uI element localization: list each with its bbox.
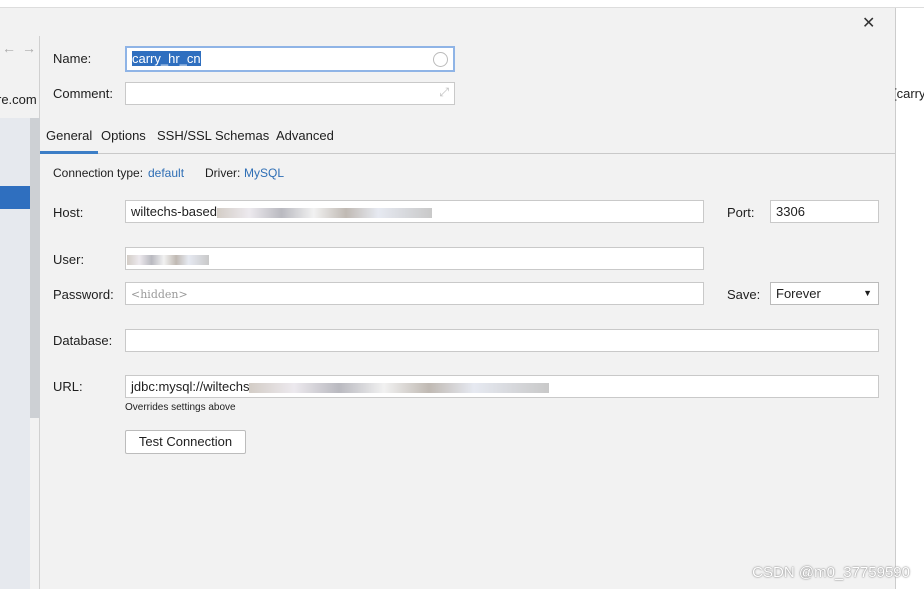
watermark: CSDN @m0_37759590 [752, 564, 910, 581]
tab-bar: General Options SSH/SSL Schemas Advanced [40, 124, 895, 154]
tab-options[interactable]: Options [95, 128, 152, 143]
tab-general[interactable]: General [40, 128, 99, 154]
database-label: Database: [53, 333, 113, 348]
nav-arrows-icon[interactable]: ←→ [2, 40, 42, 56]
host-value: wiltechs-based [131, 204, 217, 219]
tab-schemas[interactable]: Schemas [209, 128, 275, 143]
data-source-list-pane: ←→ re.com [0, 36, 40, 589]
user-input[interactable] [125, 247, 704, 270]
background-window-strip [0, 0, 924, 8]
tab-advanced[interactable]: Advanced [270, 128, 340, 143]
password-input[interactable]: <hidden> [125, 282, 704, 305]
redacted-text [127, 254, 209, 265]
driver-label: Driver: [205, 166, 241, 180]
url-hint: Overrides settings above [125, 402, 236, 413]
tab-ssh-ssl[interactable]: SSH/SSL [151, 128, 218, 143]
list-header-text: re.com [0, 92, 37, 107]
comment-input[interactable]: ⤢ [125, 82, 455, 105]
url-label: URL: [53, 379, 83, 394]
port-label: Port: [727, 205, 755, 220]
save-dropdown[interactable]: Forever ▼ [770, 282, 879, 305]
url-value: jdbc:mysql://wiltechs [131, 379, 250, 394]
save-label: Save: [727, 287, 761, 302]
expand-icon[interactable]: ⤢ [439, 85, 449, 100]
database-input[interactable] [125, 329, 879, 352]
redacted-text [217, 207, 432, 218]
chevron-down-icon: ▼ [863, 288, 872, 298]
host-label: Host: [53, 205, 84, 220]
scrollbar[interactable] [30, 118, 40, 418]
host-input[interactable]: wiltechs-based [125, 200, 704, 223]
name-label: Name: [53, 51, 92, 66]
port-input[interactable]: 3306 [770, 200, 879, 223]
user-label: User: [53, 252, 85, 267]
data-source-dialog: ✕ ←→ re.com Name: carry_hr_cn Comment: ⤢… [0, 8, 895, 589]
name-value: carry_hr_cn [132, 51, 201, 66]
connection-type-link[interactable]: default [148, 166, 184, 180]
test-connection-button[interactable]: Test Connection [125, 430, 246, 454]
redacted-text [249, 382, 550, 393]
status-circle-icon [433, 52, 448, 67]
background-text: [carry [893, 86, 924, 101]
comment-label: Comment: [53, 86, 113, 101]
connection-type-label: Connection type: [53, 166, 144, 180]
driver-link[interactable]: MySQL [244, 166, 284, 180]
password-label: Password: [53, 287, 114, 302]
background-window: [carry [893, 8, 924, 589]
url-input[interactable]: jdbc:mysql://wiltechs [125, 375, 879, 398]
close-icon[interactable]: ✕ [862, 13, 875, 33]
save-value: Forever [776, 286, 821, 301]
name-input[interactable]: carry_hr_cn [125, 46, 455, 72]
